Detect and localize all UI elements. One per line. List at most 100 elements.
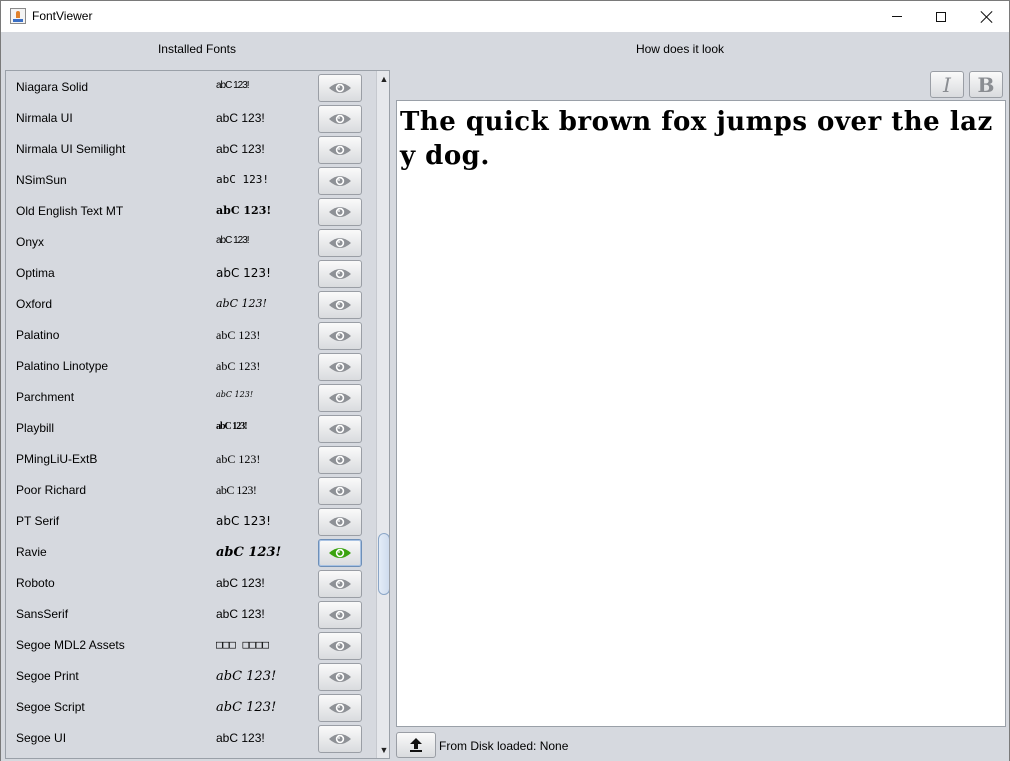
font-name-label: Nirmala UI <box>16 111 73 125</box>
preview-font-button[interactable] <box>318 632 362 660</box>
preview-font-button[interactable] <box>318 601 362 629</box>
font-list-item[interactable]: Segoe Script abC 123! <box>6 691 376 722</box>
preview-font-button[interactable] <box>318 477 362 505</box>
load-from-disk-button[interactable] <box>396 732 436 758</box>
preview-font-button[interactable] <box>318 353 362 381</box>
italic-toggle-button[interactable]: I <box>930 71 964 98</box>
font-name-label: Segoe MDL2 Assets <box>16 638 125 652</box>
font-name-label: Old English Text MT <box>16 204 124 218</box>
font-list-item[interactable]: Onyx abC 123! <box>6 226 376 257</box>
font-list-item[interactable]: Segoe MDL2 Assets □□□ □□□□ <box>6 629 376 660</box>
font-list-item[interactable]: SansSerif abC 123! <box>6 598 376 629</box>
preview-font-button[interactable] <box>318 322 362 350</box>
title-bar: FontViewer <box>1 1 1009 32</box>
eye-active-icon <box>329 548 351 558</box>
upload-icon <box>410 738 422 752</box>
font-list-item[interactable]: PMingLiU-ExtB abC 123! <box>6 443 376 474</box>
font-sample-text: abC 123! <box>216 359 261 373</box>
font-name-label: PMingLiU-ExtB <box>16 452 98 466</box>
preview-font-button[interactable] <box>318 570 362 598</box>
eye-icon <box>329 641 351 651</box>
font-list-item[interactable]: Segoe Print abC 123! <box>6 660 376 691</box>
preview-font-button[interactable] <box>318 167 362 195</box>
font-name-label: Playbill <box>16 421 55 435</box>
preview-text-area[interactable]: The quick brown fox jumps over the lazy … <box>396 100 1006 727</box>
preview-font-button[interactable] <box>318 260 362 288</box>
eye-icon <box>329 145 351 155</box>
font-name-label: Segoe Script <box>16 700 85 714</box>
font-sample-text: abC 123! <box>216 111 265 125</box>
preview-font-button[interactable] <box>318 136 362 164</box>
preview-font-button[interactable] <box>318 539 362 567</box>
preview-font-button[interactable] <box>318 74 362 102</box>
close-button[interactable] <box>964 1 1010 32</box>
font-name-label: Ravie <box>16 545 47 559</box>
preview-font-button[interactable] <box>318 291 362 319</box>
font-list-item[interactable]: Parchment abC 123! <box>6 381 376 412</box>
preview-font-button[interactable] <box>318 508 362 536</box>
font-list-item[interactable]: NSimSun abC 123! <box>6 164 376 195</box>
font-list-item[interactable]: Ravie abC 123! <box>6 536 376 567</box>
font-sample-text: abC 123! <box>216 328 261 342</box>
font-list-item[interactable]: Nirmala UI abC 123! <box>6 102 376 133</box>
scroll-up-arrow-icon[interactable]: ▲ <box>377 71 389 87</box>
font-list-item[interactable]: Oxford abC 123! <box>6 288 376 319</box>
font-list-panel[interactable]: Niagara Solid abC 123! Nirmala UI abC 12… <box>5 70 390 759</box>
load-status-text: From Disk loaded: None <box>439 739 569 753</box>
font-name-label: SansSerif <box>16 607 69 621</box>
font-list-item[interactable]: Segoe UI abC 123! <box>6 722 376 753</box>
font-list-item[interactable]: Old English Text MT abC 123! <box>6 195 376 226</box>
minimize-button[interactable] <box>874 1 920 32</box>
preview-font-button[interactable] <box>318 105 362 133</box>
font-list-item[interactable]: Nirmala UI Semilight abC 123! <box>6 133 376 164</box>
preview-font-button[interactable] <box>318 384 362 412</box>
font-name-label: Oxford <box>16 297 53 311</box>
preview-font-button[interactable] <box>318 725 362 753</box>
eye-icon <box>329 703 351 713</box>
preview-font-button[interactable] <box>318 446 362 474</box>
font-name-label: Segoe UI <box>16 731 67 745</box>
preview-font-button[interactable] <box>318 198 362 226</box>
font-name-label: Onyx <box>16 235 45 249</box>
font-name-label: Palatino <box>16 328 60 342</box>
font-sample-text: abC 123! <box>216 266 271 280</box>
font-list-item[interactable]: Niagara Solid abC 123! <box>6 71 376 102</box>
font-name-label: Poor Richard <box>16 483 87 497</box>
font-name-label: Segoe Print <box>16 669 79 683</box>
font-list-item[interactable]: PT Serif abC 123! <box>6 505 376 536</box>
font-sample-text: abC 123! <box>216 576 265 590</box>
maximize-button[interactable] <box>918 1 964 32</box>
eye-icon <box>329 579 351 589</box>
eye-icon <box>329 269 351 279</box>
font-sample-text: abC 123! <box>216 235 250 246</box>
font-sample-text: abC 123! <box>216 204 272 217</box>
font-sample-text: abC 123! <box>216 80 250 91</box>
preview-font-button[interactable] <box>318 663 362 691</box>
font-list-item[interactable]: Poor Richard abC 123! <box>6 474 376 505</box>
preview-font-button[interactable] <box>318 415 362 443</box>
font-sample-text: abC 123! <box>216 173 269 186</box>
eye-icon <box>329 238 351 248</box>
java-app-icon <box>10 8 26 24</box>
font-list-scrollbar[interactable]: ▲ ▼ <box>376 71 389 758</box>
eye-icon <box>329 393 351 403</box>
font-name-label: Roboto <box>16 576 55 590</box>
font-list-item[interactable]: Palatino Linotype abC 123! <box>6 350 376 381</box>
preview-font-button[interactable] <box>318 694 362 722</box>
font-sample-text: abC 123! <box>216 545 282 560</box>
font-list-item[interactable]: Optima abC 123! <box>6 257 376 288</box>
font-name-label: Niagara Solid <box>16 80 89 94</box>
bold-toggle-button[interactable]: B <box>969 71 1003 98</box>
scroll-down-arrow-icon[interactable]: ▼ <box>377 742 389 758</box>
font-list-item[interactable]: Playbill abC 123! <box>6 412 376 443</box>
scroll-thumb[interactable] <box>378 533 389 595</box>
eye-icon <box>329 83 351 93</box>
eye-icon <box>329 424 351 434</box>
font-sample-text: abC 123! <box>216 390 254 399</box>
preview-font-button[interactable] <box>318 229 362 257</box>
eye-icon <box>329 176 351 186</box>
font-list-item[interactable]: Palatino abC 123! <box>6 319 376 350</box>
font-list-item[interactable]: Roboto abC 123! <box>6 567 376 598</box>
main-content: Installed Fonts How does it look Niagara… <box>1 32 1009 761</box>
eye-icon <box>329 517 351 527</box>
